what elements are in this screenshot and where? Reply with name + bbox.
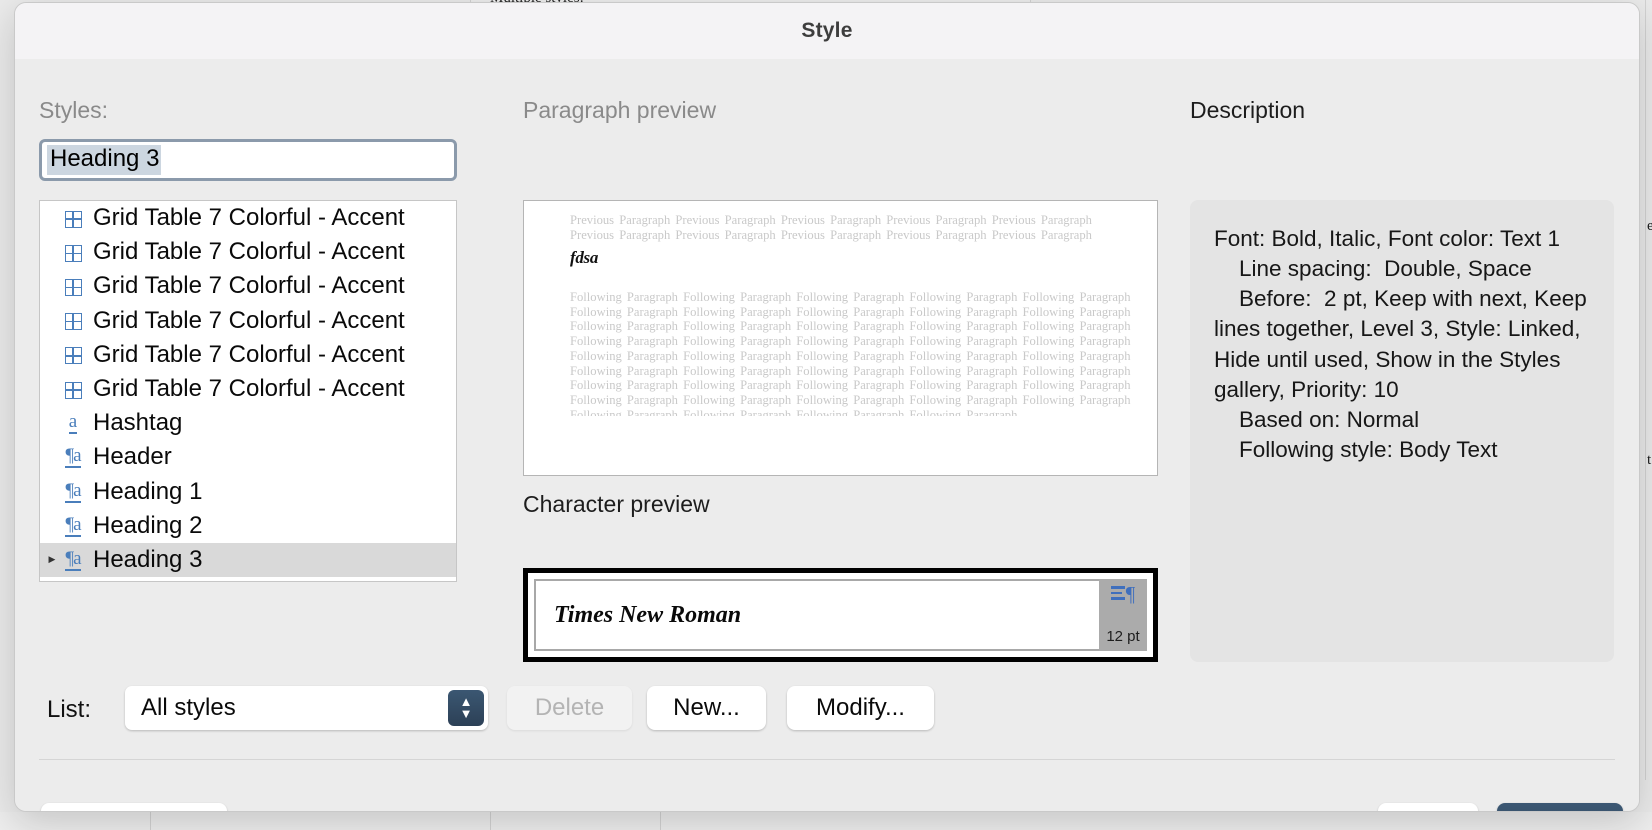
style-list-item[interactable]: Grid Table 7 Colorful - Accent: [40, 304, 456, 338]
style-dialog: Style Styles: Heading 3 Grid Table 7 Col…: [14, 2, 1640, 812]
style-list-item-label: Grid Table 7 Colorful - Accent: [93, 204, 405, 232]
modify-style-button[interactable]: Modify...: [787, 686, 934, 730]
styles-list[interactable]: Grid Table 7 Colorful - Accent Grid Table…: [39, 200, 457, 582]
linked-style-icon: ¶a: [65, 548, 82, 571]
character-preview-box: Times New Roman ¶ 12 pt: [523, 568, 1158, 662]
character-preview-size: 12 pt: [1106, 628, 1140, 645]
style-list-item-label: Header: [93, 443, 172, 471]
style-list-item-label: Grid Table 7 Colorful - Accent: [93, 238, 405, 266]
preview-sample-text: fdsa: [570, 248, 599, 267]
background-bottom-divider: [150, 812, 151, 830]
dialog-title: Style: [801, 19, 853, 42]
organizer-button[interactable]: Organizer...: [41, 803, 227, 811]
table-grid-icon: [58, 345, 88, 365]
cancel-button[interactable]: Cancel: [1378, 803, 1478, 811]
list-label: List:: [47, 696, 92, 723]
description-box: Font: Bold, Italic, Font color: Text 1 L…: [1190, 200, 1614, 662]
character-style-icon: a: [68, 411, 78, 435]
character-preview-label: Character preview: [523, 491, 710, 517]
style-list-item-label: Grid Table 7 Colorful - Accent: [93, 375, 405, 403]
background-vline-far-right: [1645, 0, 1646, 780]
table-grid-icon: [58, 379, 88, 399]
chevron-up-down-icon[interactable]: ▲ ▼: [448, 690, 484, 726]
apply-button[interactable]: Apply: [1497, 803, 1623, 811]
style-list-item[interactable]: Grid Table 7 Colorful - Accent: [40, 338, 456, 372]
background-fragment-t: t: [1647, 452, 1652, 468]
style-list-item[interactable]: a Hashtag: [40, 406, 456, 440]
style-list-item-label: Grid Table 7 Colorful - Accent: [93, 340, 405, 368]
background-fragment-e: e: [1647, 218, 1652, 234]
table-grid-icon: [58, 209, 88, 228]
preview-following-paragraph: Following Paragraph Following Paragraph …: [570, 290, 1131, 416]
style-list-item[interactable]: Grid Table 7 Colorful - Accent: [40, 235, 456, 269]
style-list-item[interactable]: ¶a Heading 1: [40, 475, 456, 509]
description-text: Font: Bold, Italic, Font color: Text 1 L…: [1214, 226, 1587, 462]
background-document-bottom: [0, 812, 1652, 830]
disclosure-triangle-icon[interactable]: ▶: [46, 555, 58, 564]
delete-button[interactable]: Delete: [507, 686, 632, 730]
preview-previous-paragraph: Previous Paragraph Previous Paragraph Pr…: [570, 213, 1092, 242]
style-list-item-label: Grid Table 7 Colorful - Accent: [93, 306, 405, 334]
background-bottom-divider-2: [490, 812, 491, 830]
style-list-item[interactable]: ¶a Header: [40, 440, 456, 474]
linked-style-icon: ¶a: [65, 479, 82, 503]
list-filter-value: All styles: [141, 694, 236, 721]
character-preview-font-name: Times New Roman: [554, 601, 742, 628]
styles-label: Styles:: [39, 97, 109, 123]
dialog-body: Styles: Heading 3 Grid Table 7 Colorful …: [15, 59, 1639, 811]
table-grid-icon: [58, 277, 88, 297]
style-list-item[interactable]: Grid Table 7 Colorful - Accent: [40, 201, 456, 235]
style-list-item[interactable]: ▶ ¶a Heading 3: [40, 542, 456, 578]
footer-separator: [39, 759, 1615, 760]
style-list-item[interactable]: Grid Table 7 Colorful - Accent: [40, 269, 456, 303]
style-list-item[interactable]: Grid Table 7 Colorful - Accent: [40, 372, 456, 406]
character-preview-badge: ¶ 12 pt: [1099, 579, 1147, 651]
background-bottom-divider-3: [660, 812, 661, 830]
dialog-titlebar: Style: [15, 3, 1639, 60]
style-name-input[interactable]: Heading 3: [39, 139, 457, 181]
style-list-item-label: Grid Table 7 Colorful - Accent: [93, 272, 405, 300]
style-list-item-label: Heading 1: [93, 477, 203, 505]
paragraph-preview-box: Previous Paragraph Previous Paragraph Pr…: [523, 200, 1158, 476]
screen: Multiple styles: e t Style Styles: Headi…: [0, 0, 1652, 830]
style-list-item-label: Heading 3: [93, 545, 203, 573]
list-filter-select[interactable]: All styles ▲ ▼: [125, 686, 488, 730]
table-grid-icon: [58, 243, 88, 262]
table-grid-icon: [58, 311, 88, 331]
character-preview-sample: Times New Roman: [534, 579, 1099, 651]
linked-style-icon: ¶a: [65, 445, 82, 469]
style-list-item-label: Hashtag: [93, 409, 183, 437]
paragraph-mark-icon: ¶: [1110, 584, 1135, 605]
paragraph-preview-label: Paragraph preview: [523, 97, 717, 123]
new-style-button[interactable]: New...: [647, 686, 766, 730]
description-label: Description: [1190, 97, 1306, 123]
style-list-item[interactable]: ¶a Heading 2: [40, 509, 456, 543]
linked-style-icon: ¶a: [65, 513, 82, 537]
style-name-value: Heading 3: [47, 145, 162, 175]
style-list-item-label: Heading 2: [93, 511, 203, 539]
